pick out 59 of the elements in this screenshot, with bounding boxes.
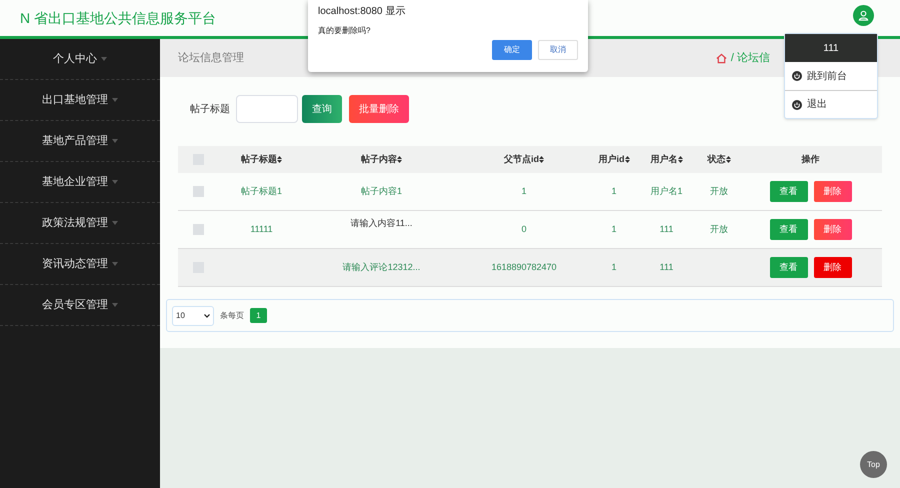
delete-button[interactable]: 删除 bbox=[814, 257, 852, 278]
table-cell-text: 111 bbox=[660, 260, 674, 274]
app-title: N 省出口基地公共信息服务平台 bbox=[20, 8, 216, 28]
chevron-down-icon bbox=[204, 314, 210, 318]
table-cell-text: 开放 bbox=[710, 184, 728, 198]
column-header[interactable]: 帖子标题 bbox=[241, 152, 277, 166]
table-cell-text: 0 bbox=[521, 222, 526, 236]
dialog-message: 真的要删除吗? bbox=[318, 25, 372, 37]
user-icon bbox=[858, 10, 869, 21]
caret-icon bbox=[112, 98, 118, 102]
table-cell-text: 开放 bbox=[710, 222, 728, 236]
table-cell-text: 帖子标题1 bbox=[240, 184, 282, 198]
sort-icon[interactable] bbox=[397, 156, 402, 163]
title-input-field[interactable] bbox=[236, 95, 298, 123]
dialog-title: localhost:8080 显示 bbox=[318, 5, 406, 19]
caret-icon bbox=[112, 262, 118, 266]
column-header: 操作 bbox=[802, 152, 820, 166]
sort-icon[interactable] bbox=[726, 156, 730, 163]
column-header[interactable]: 父节点id bbox=[504, 152, 539, 166]
ok-button[interactable]: 确定 bbox=[492, 40, 532, 60]
home-icon[interactable] bbox=[716, 52, 727, 64]
table-cell-text: 用户名1 bbox=[650, 184, 682, 198]
sort-icon[interactable] bbox=[539, 156, 544, 163]
column-header[interactable]: 帖子内容 bbox=[361, 152, 397, 166]
row-checkbox[interactable] bbox=[193, 224, 204, 235]
query-button[interactable]: 查询 bbox=[302, 95, 342, 123]
caret-icon bbox=[101, 57, 107, 61]
table-cell-text: 1 bbox=[521, 184, 526, 198]
caret-icon bbox=[112, 180, 118, 184]
caret-icon bbox=[112, 221, 118, 225]
menu-item[interactable]: 退出 bbox=[785, 90, 877, 118]
table-cell-text: 111 bbox=[660, 222, 674, 236]
top-button[interactable]: Top bbox=[860, 451, 887, 478]
sort-icon[interactable] bbox=[624, 156, 630, 163]
per-page-label: 条每页 bbox=[220, 310, 244, 322]
table-cell-text: 帖子内容1 bbox=[360, 184, 402, 198]
page-size-select[interactable]: 10 bbox=[172, 306, 214, 326]
table-cell-text: 11111 bbox=[250, 222, 273, 236]
page-title: 论坛信息管理 bbox=[178, 50, 244, 66]
menu-username: 111 bbox=[785, 34, 877, 62]
table-cell-text: 1 bbox=[611, 184, 616, 198]
menu-item[interactable]: 跳到前台 bbox=[785, 62, 877, 90]
table-cell-text: 1 bbox=[611, 260, 616, 274]
table-cell-text: 1618890782470 bbox=[491, 260, 557, 274]
cancel-button[interactable]: 取消 bbox=[538, 40, 578, 60]
row-checkbox[interactable] bbox=[193, 186, 204, 197]
sort-icon[interactable] bbox=[277, 156, 282, 163]
caret-icon bbox=[112, 303, 118, 307]
caret-icon bbox=[112, 139, 118, 143]
table-cell-text: 1 bbox=[611, 222, 616, 236]
table-cell-text: 请输入内容11... bbox=[350, 217, 412, 230]
column-header[interactable]: 用户名 bbox=[650, 152, 678, 166]
column-header[interactable]: 用户id bbox=[598, 152, 624, 166]
table-cell-text: 请输入评论12312... bbox=[342, 260, 420, 274]
sort-icon[interactable] bbox=[678, 156, 682, 163]
power-icon bbox=[792, 71, 802, 81]
field-label: 帖子标题 bbox=[190, 102, 230, 116]
power-icon bbox=[792, 100, 802, 110]
column-header[interactable]: 状态 bbox=[708, 152, 726, 166]
